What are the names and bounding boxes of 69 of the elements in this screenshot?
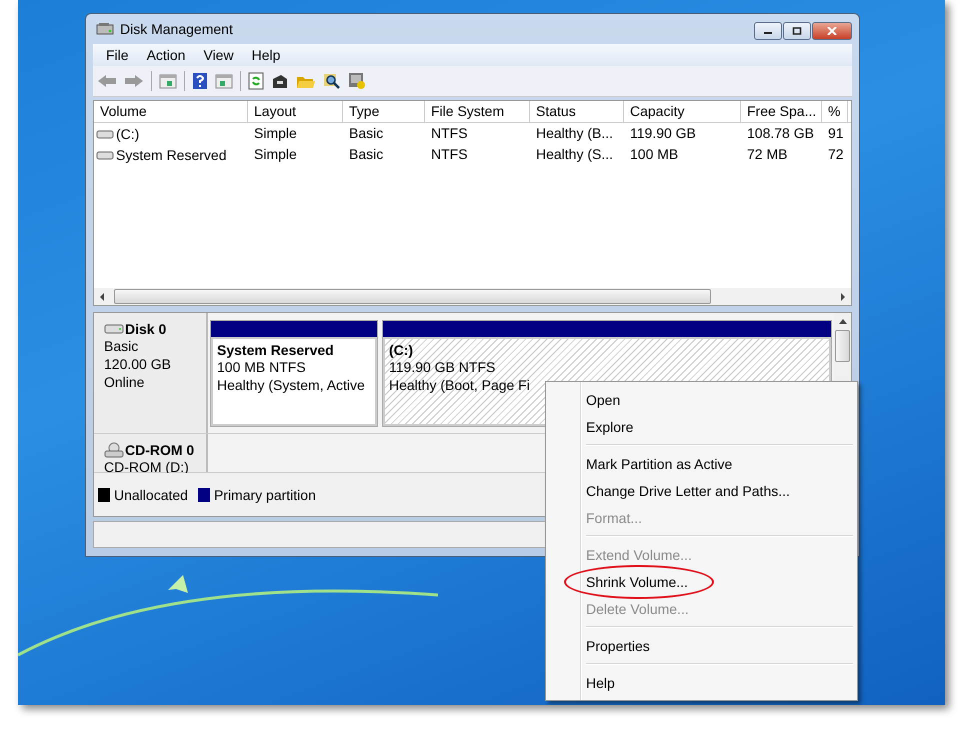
table-cell: (C:)	[116, 126, 140, 142]
disk-name: Disk 0	[125, 321, 166, 337]
drive-properties-icon[interactable]	[271, 73, 289, 89]
column-header[interactable]: Layout	[248, 101, 343, 122]
column-header[interactable]: Capacity	[624, 101, 741, 122]
close-icon	[827, 27, 837, 35]
menu-item[interactable]: View	[194, 47, 243, 63]
menu-item[interactable]: Open	[586, 392, 620, 408]
menu-item[interactable]: Properties	[586, 638, 650, 654]
maximize-button[interactable]	[783, 22, 811, 40]
table-cell-text: Healthy (S...	[535, 145, 614, 164]
column-header[interactable]: %	[822, 101, 848, 122]
column-header[interactable]: Free Spa...	[741, 101, 822, 122]
partition-name: System Reserved	[217, 342, 335, 358]
column-header[interactable]: File System	[425, 101, 530, 122]
table-cell-text: Simple	[253, 145, 298, 164]
drive-icon	[96, 128, 114, 138]
table-cell-text: NTFS	[430, 124, 469, 143]
partition-status: Healthy (System, Active	[217, 376, 366, 394]
disk-info-panel[interactable]: Disk 0 Basic 120.00 GB Online	[94, 313, 208, 433]
table-cell-text: Simple	[253, 124, 298, 143]
panel-icon[interactable]	[215, 73, 233, 89]
table-cell-text: 72 MB	[746, 145, 788, 164]
disk-detail: 120.00 GB	[104, 355, 172, 373]
column-header[interactable]: Volume	[94, 101, 248, 122]
table-cell-text: 72	[827, 145, 845, 164]
disk-detail: Online	[104, 373, 146, 391]
table-cell: System Reserved	[116, 146, 226, 162]
column-header[interactable]: Status	[530, 101, 624, 122]
minimize-button[interactable]	[754, 22, 782, 40]
menu-item[interactable]: Action	[138, 47, 194, 63]
table-cell-text: 100 MB	[629, 145, 680, 164]
disk-drive-icon	[104, 324, 124, 334]
cd-drive-icon	[104, 442, 124, 458]
table-cell-text: Healthy (B...	[535, 124, 614, 143]
scrollbar-thumb[interactable]	[835, 330, 850, 362]
partition-size: 119.90 GB NTFS	[389, 358, 496, 376]
window-title: Disk Management	[120, 21, 233, 37]
table-cell-text: 119.90 GB	[629, 124, 697, 143]
settings-icon[interactable]	[348, 72, 366, 90]
scrollbar-thumb[interactable]	[114, 289, 711, 304]
partition-name: (C:)	[389, 342, 414, 358]
table-cell-text: NTFS	[430, 145, 469, 164]
legend-label: Unallocated	[114, 486, 188, 502]
menu-item[interactable]: File	[97, 47, 138, 63]
menu-item[interactable]: Help	[586, 674, 615, 690]
disk-detail: Basic	[104, 337, 140, 355]
refresh-icon[interactable]	[248, 72, 264, 90]
table-cell-text: 108.78 GB	[746, 124, 815, 143]
partition-size: 100 MB NTFS	[217, 358, 307, 376]
close-button[interactable]	[812, 22, 852, 40]
help-icon[interactable]	[192, 72, 208, 90]
table-cell-text: Basic	[348, 124, 384, 143]
maximize-icon	[792, 27, 802, 35]
partition-status: Healthy (Boot, Page Fi	[389, 376, 531, 394]
menu-item[interactable]: Change Drive Letter and Paths...	[586, 482, 790, 498]
menu-item[interactable]: Shrink Volume...	[586, 574, 688, 590]
legend-label: Primary partition	[214, 486, 316, 502]
magnifier-icon[interactable]	[323, 72, 341, 90]
partition-block[interactable]: System Reserved 100 MB NTFS Healthy (System, Active	[210, 320, 378, 427]
menu-item[interactable]: Mark Partition as Active	[586, 456, 732, 472]
disk-name: CD-ROM 0	[125, 442, 194, 458]
table-cell-text: 91	[827, 124, 845, 143]
disk-drive-icon	[96, 22, 114, 36]
panel-icon[interactable]	[159, 73, 177, 89]
menu-item[interactable]: Help	[242, 47, 290, 63]
column-header[interactable]: Type	[343, 101, 425, 122]
table-cell-text: Basic	[348, 145, 384, 164]
drive-icon	[96, 150, 114, 160]
